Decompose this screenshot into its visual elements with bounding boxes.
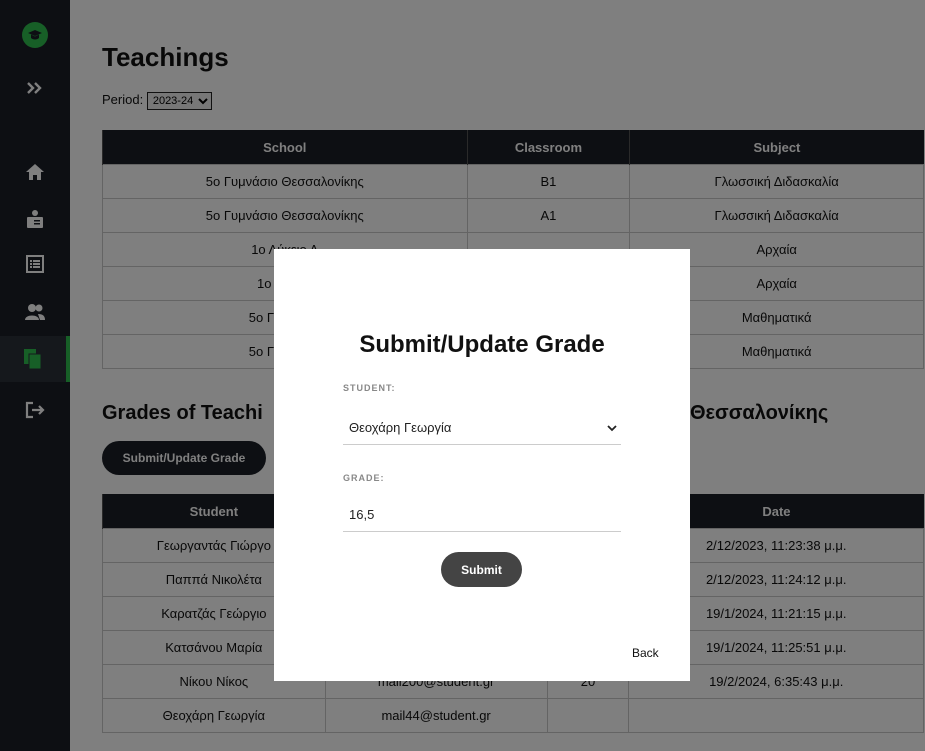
grade-input[interactable]: 16,5: [343, 498, 621, 532]
back-link[interactable]: Back: [632, 646, 659, 660]
student-select[interactable]: Θεοχάρη Γεωργία: [343, 411, 621, 445]
chevron-down-icon: [607, 425, 617, 432]
student-select-value: Θεοχάρη Γεωργία: [349, 420, 452, 435]
submit-button[interactable]: Submit: [441, 552, 522, 587]
student-label: STUDENT:: [343, 383, 396, 393]
modal-title: Submit/Update Grade: [359, 331, 605, 358]
grade-label: GRADE:: [343, 473, 385, 483]
grade-modal: Submit/Update Grade STUDENT: Θεοχάρη Γεω…: [274, 249, 690, 681]
grade-input-value: 16,5: [349, 507, 375, 522]
